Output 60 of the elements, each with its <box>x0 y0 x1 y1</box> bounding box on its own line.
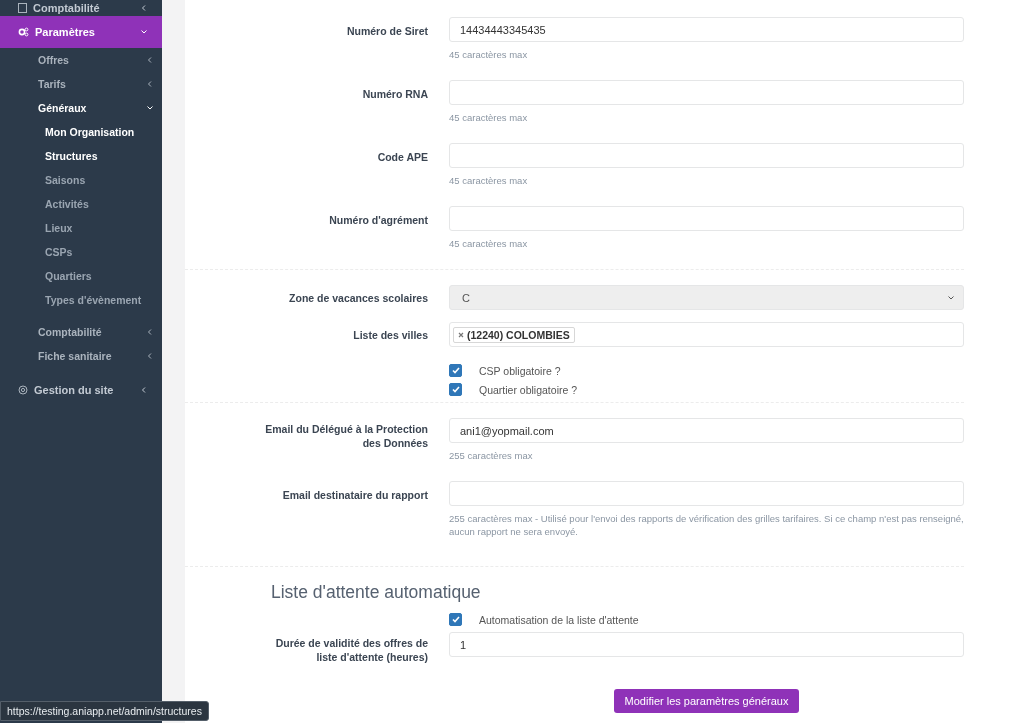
sidebar-link[interactable]: Saisons <box>0 168 162 192</box>
sidebar-subitem[interactable]: Comptabilité <box>0 320 162 344</box>
text-field[interactable] <box>449 80 964 105</box>
text-field[interactable] <box>449 206 964 231</box>
text-field[interactable] <box>449 143 964 168</box>
sidebar-subitem[interactable]: Fiche sanitaire <box>0 344 162 368</box>
checkbox[interactable] <box>449 364 462 377</box>
sidebar-item[interactable]: Paramètres <box>0 16 162 48</box>
chevron-left-icon <box>140 4 148 12</box>
sidebar-subitem[interactable]: Offres <box>0 48 162 72</box>
help-text: 45 caractères max <box>449 48 529 61</box>
gears-icon <box>18 27 29 37</box>
sidebar-link[interactable]: Mon Organisation <box>0 120 162 144</box>
sidebar-item[interactable]: Comptabilité <box>0 0 162 16</box>
section-heading: Liste d'attente automatique <box>271 582 482 603</box>
sidebar-link[interactable]: Activités <box>0 192 162 216</box>
checkbox[interactable] <box>449 383 462 396</box>
text-field[interactable]: ani1@yopmail.com <box>449 418 964 443</box>
chevron-down-icon <box>947 293 955 302</box>
checkbox-label: CSP obligatoire ? <box>479 364 561 377</box>
sidebar-subitem[interactable]: Tarifs <box>0 72 162 96</box>
chevron-left-icon <box>146 328 154 336</box>
checkbox-label: Automatisation de la liste d'attente <box>479 613 639 626</box>
chevron-left-icon <box>146 352 154 360</box>
city-tag: (12240) COLOMBIES <box>453 326 575 343</box>
save-button[interactable]: Modifier les paramètres généraux <box>613 689 800 713</box>
remove-icon[interactable] <box>458 331 464 338</box>
field-label: Numéro d'agrément <box>329 213 428 228</box>
sidebar-link[interactable]: CSPs <box>0 240 162 264</box>
field-label: Email destinataire du rapport <box>282 488 428 503</box>
sidebar-link[interactable]: Structures <box>0 144 162 168</box>
sidebar-subitem[interactable]: Généraux <box>0 96 162 120</box>
field-label: Durée de validité des offres de liste d'attente (heures) <box>274 636 428 664</box>
chevron-down-icon <box>140 28 148 36</box>
field-label: Zone de vacances scolaires <box>289 291 428 306</box>
checkbox[interactable] <box>449 613 462 626</box>
help-text: 255 caractères max - Utilisé pour l'envoi des rapports de vérification des grilles tarifaires. Si ce champ n'est pas renseigné, aucun rapport ne sera envoyé. <box>449 512 964 538</box>
chevron-left-icon <box>140 386 148 394</box>
field-label: Code APE <box>377 150 428 165</box>
chevron-left-icon <box>146 56 154 64</box>
help-text: 255 caractères max <box>449 449 534 462</box>
status-url: https://testing.aniapp.net/admin/structures <box>0 701 209 721</box>
help-text: 45 caractères max <box>449 174 529 187</box>
checkbox-label: Quartier obligatoire ? <box>479 383 578 396</box>
help-text: 45 caractères max <box>449 237 529 250</box>
tags-field[interactable]: (12240) COLOMBIES <box>449 322 964 347</box>
chevron-left-icon <box>146 80 154 88</box>
sidebar-link[interactable]: Quartiers <box>0 264 162 288</box>
text-field[interactable]: 14434443345435 <box>449 17 964 42</box>
help-text: 45 caractères max <box>449 111 529 124</box>
sidebar-link[interactable]: Lieux <box>0 216 162 240</box>
field-label: Numéro de Siret <box>346 24 428 39</box>
field-label: Liste des villes <box>353 328 428 343</box>
sidebar-item[interactable]: Gestion du site <box>0 382 162 398</box>
text-field[interactable]: 1 <box>449 632 964 657</box>
sidebar-link[interactable]: Types d'évènement <box>0 288 162 312</box>
chevron-down-icon <box>146 104 154 112</box>
text-field[interactable] <box>449 481 964 506</box>
field-label: Numéro RNA <box>362 87 428 102</box>
field-label: Email du Délégué à la Protection des Données <box>264 422 428 451</box>
